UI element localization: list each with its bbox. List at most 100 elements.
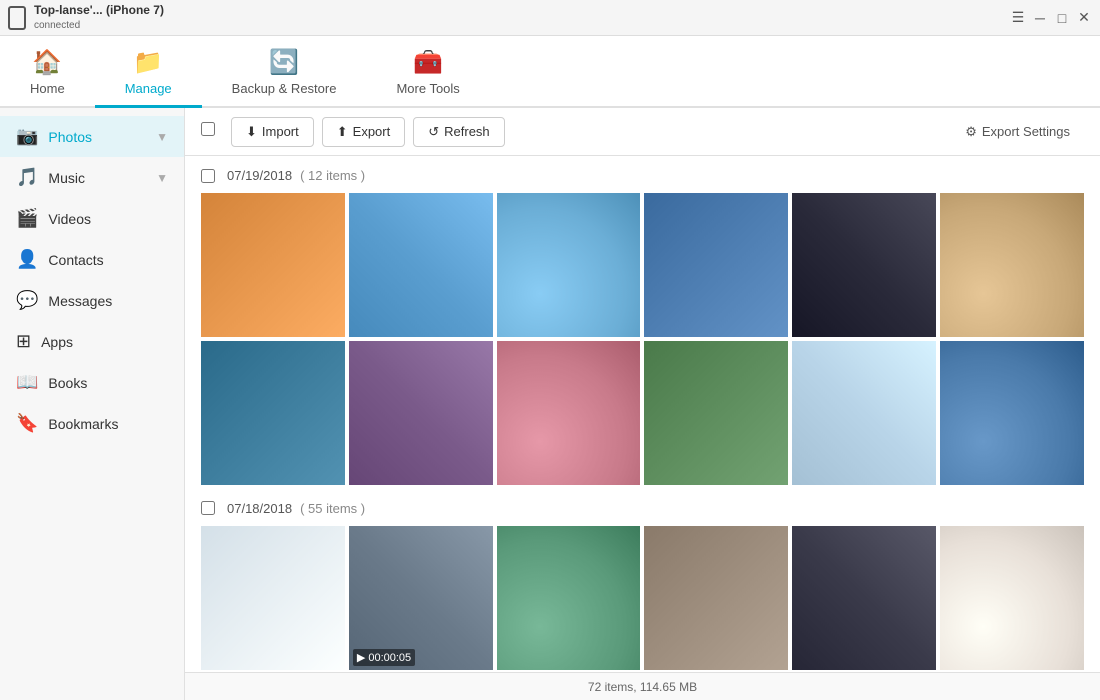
bookmarks-icon: 🔖: [16, 413, 38, 434]
sidebar-item-contacts[interactable]: 👤 Contacts: [0, 239, 184, 280]
nav-label-backup: Backup & Restore: [232, 81, 337, 96]
nav-label-manage: Manage: [125, 81, 172, 96]
sidebar-label-music: Music: [48, 170, 146, 186]
photo-cell[interactable]: [497, 193, 641, 337]
video-play-icon: ▶ 00:00:05: [353, 649, 415, 666]
refresh-label: Refresh: [444, 124, 490, 139]
photo-cell[interactable]: ▶ 00:00:05: [349, 526, 493, 670]
sidebar-label-photos: Photos: [48, 129, 146, 145]
messages-icon: 💬: [16, 290, 38, 311]
books-icon: 📖: [16, 372, 38, 393]
sidebar-label-apps: Apps: [41, 334, 168, 350]
select-all-checkbox-area[interactable]: [201, 122, 215, 141]
main-area: 📷 Photos ▼ 🎵 Music ▼ 🎬 Videos 👤 Contacts…: [0, 108, 1100, 700]
sidebar-label-bookmarks: Bookmarks: [48, 416, 168, 432]
nav-item-more-tools[interactable]: 🧰 More Tools: [366, 38, 489, 108]
photo-grid-2: ▶ 00:00:05: [201, 526, 1084, 672]
import-icon: ⬇: [246, 124, 257, 140]
item-count-1: ( 12 items ): [300, 168, 365, 183]
photo-cell[interactable]: [497, 526, 641, 670]
sidebar-label-messages: Messages: [48, 293, 168, 309]
date-header-1: 07/19/2018 ( 12 items ): [201, 168, 1084, 183]
photo-cell[interactable]: [644, 341, 788, 485]
photo-cell[interactable]: [201, 526, 345, 670]
title-bar-left: Top-lanse'... (iPhone 7) connected: [8, 3, 164, 32]
refresh-button[interactable]: ↺ Refresh: [413, 117, 504, 147]
toolbar: ⬇ Import ⬆ Export ↺ Refresh ⚙ Export Set…: [185, 108, 1100, 156]
date-header-2: 07/18/2018 ( 55 items ): [201, 501, 1084, 516]
sidebar: 📷 Photos ▼ 🎵 Music ▼ 🎬 Videos 👤 Contacts…: [0, 108, 185, 700]
date-group-1-checkbox[interactable]: [201, 169, 215, 183]
sidebar-item-videos[interactable]: 🎬 Videos: [0, 198, 184, 239]
contacts-icon: 👤: [16, 249, 38, 270]
content-area: ⬇ Import ⬆ Export ↺ Refresh ⚙ Export Set…: [185, 108, 1100, 700]
photo-cell[interactable]: [940, 526, 1084, 670]
photo-cell[interactable]: [792, 193, 936, 337]
photos-arrow-icon: ▼: [156, 130, 168, 144]
music-icon: 🎵: [16, 167, 38, 188]
photo-cell[interactable]: [349, 193, 493, 337]
import-button[interactable]: ⬇ Import: [231, 117, 314, 147]
video-badge: ▶ 00:00:05: [353, 649, 415, 666]
device-status: connected: [34, 19, 164, 32]
sidebar-item-bookmarks[interactable]: 🔖 Bookmarks: [0, 403, 184, 444]
export-settings-label: Export Settings: [982, 124, 1070, 139]
status-bar: 72 items, 114.65 MB: [185, 672, 1100, 700]
photo-cell[interactable]: [497, 341, 641, 485]
device-name: Top-lanse'... (iPhone 7): [34, 3, 164, 19]
date-group-2: 07/18/2018 ( 55 items ) ▶ 00:00:05: [201, 501, 1084, 672]
sidebar-item-books[interactable]: 📖 Books: [0, 362, 184, 403]
date-group-2-checkbox[interactable]: [201, 501, 215, 515]
photo-cell[interactable]: [644, 193, 788, 337]
photo-cell[interactable]: [792, 526, 936, 670]
nav-item-backup-restore[interactable]: 🔄 Backup & Restore: [202, 38, 367, 108]
photo-cell[interactable]: [201, 341, 345, 485]
sidebar-item-photos[interactable]: 📷 Photos ▼: [0, 116, 184, 157]
videos-icon: 🎬: [16, 208, 38, 229]
refresh-icon: ↺: [428, 124, 439, 140]
settings-icon: ⚙: [965, 124, 977, 140]
import-label: Import: [262, 124, 299, 139]
sidebar-label-videos: Videos: [48, 211, 168, 227]
nav-bar: 🏠 Home 📁 Manage 🔄 Backup & Restore 🧰 Mor…: [0, 36, 1100, 108]
item-count-2: ( 55 items ): [300, 501, 365, 516]
sidebar-item-music[interactable]: 🎵 Music ▼: [0, 157, 184, 198]
backup-icon: 🔄: [269, 48, 299, 77]
photo-cell[interactable]: [644, 526, 788, 670]
title-bar-right: ☰ ─ □ ✕: [1010, 10, 1092, 26]
export-label: Export: [353, 124, 391, 139]
export-settings-button[interactable]: ⚙ Export Settings: [951, 118, 1084, 146]
status-text: 72 items, 114.65 MB: [588, 680, 697, 694]
export-icon: ⬆: [337, 124, 348, 140]
close-button[interactable]: ✕: [1076, 10, 1092, 26]
home-icon: 🏠: [32, 48, 62, 77]
device-icon: [8, 6, 26, 30]
nav-label-tools: More Tools: [396, 81, 459, 96]
menu-button[interactable]: ☰: [1010, 10, 1026, 26]
photo-cell[interactable]: [349, 341, 493, 485]
date-label-2: 07/18/2018: [227, 501, 292, 516]
nav-item-home[interactable]: 🏠 Home: [0, 38, 95, 108]
date-group-1: 07/19/2018 ( 12 items ): [201, 168, 1084, 485]
sidebar-item-messages[interactable]: 💬 Messages: [0, 280, 184, 321]
nav-label-home: Home: [30, 81, 65, 96]
maximize-button[interactable]: □: [1054, 10, 1070, 26]
tools-icon: 🧰: [413, 48, 443, 77]
photo-cell[interactable]: [201, 193, 345, 337]
select-all-checkbox[interactable]: [201, 122, 215, 136]
sidebar-label-contacts: Contacts: [48, 252, 168, 268]
sidebar-label-books: Books: [48, 375, 168, 391]
apps-icon: ⊞: [16, 331, 31, 352]
photo-grid-area: 07/19/2018 ( 12 items ) 07/18/2018 ( 55 …: [185, 156, 1100, 672]
minimize-button[interactable]: ─: [1032, 10, 1048, 26]
title-bar: Top-lanse'... (iPhone 7) connected ☰ ─ □…: [0, 0, 1100, 36]
photo-cell[interactable]: [940, 193, 1084, 337]
export-button[interactable]: ⬆ Export: [322, 117, 405, 147]
nav-item-manage[interactable]: 📁 Manage: [95, 38, 202, 108]
date-label-1: 07/19/2018: [227, 168, 292, 183]
device-info: Top-lanse'... (iPhone 7) connected: [34, 3, 164, 32]
photo-cell[interactable]: [940, 341, 1084, 485]
photos-icon: 📷: [16, 126, 38, 147]
sidebar-item-apps[interactable]: ⊞ Apps: [0, 321, 184, 362]
photo-cell[interactable]: [792, 341, 936, 485]
